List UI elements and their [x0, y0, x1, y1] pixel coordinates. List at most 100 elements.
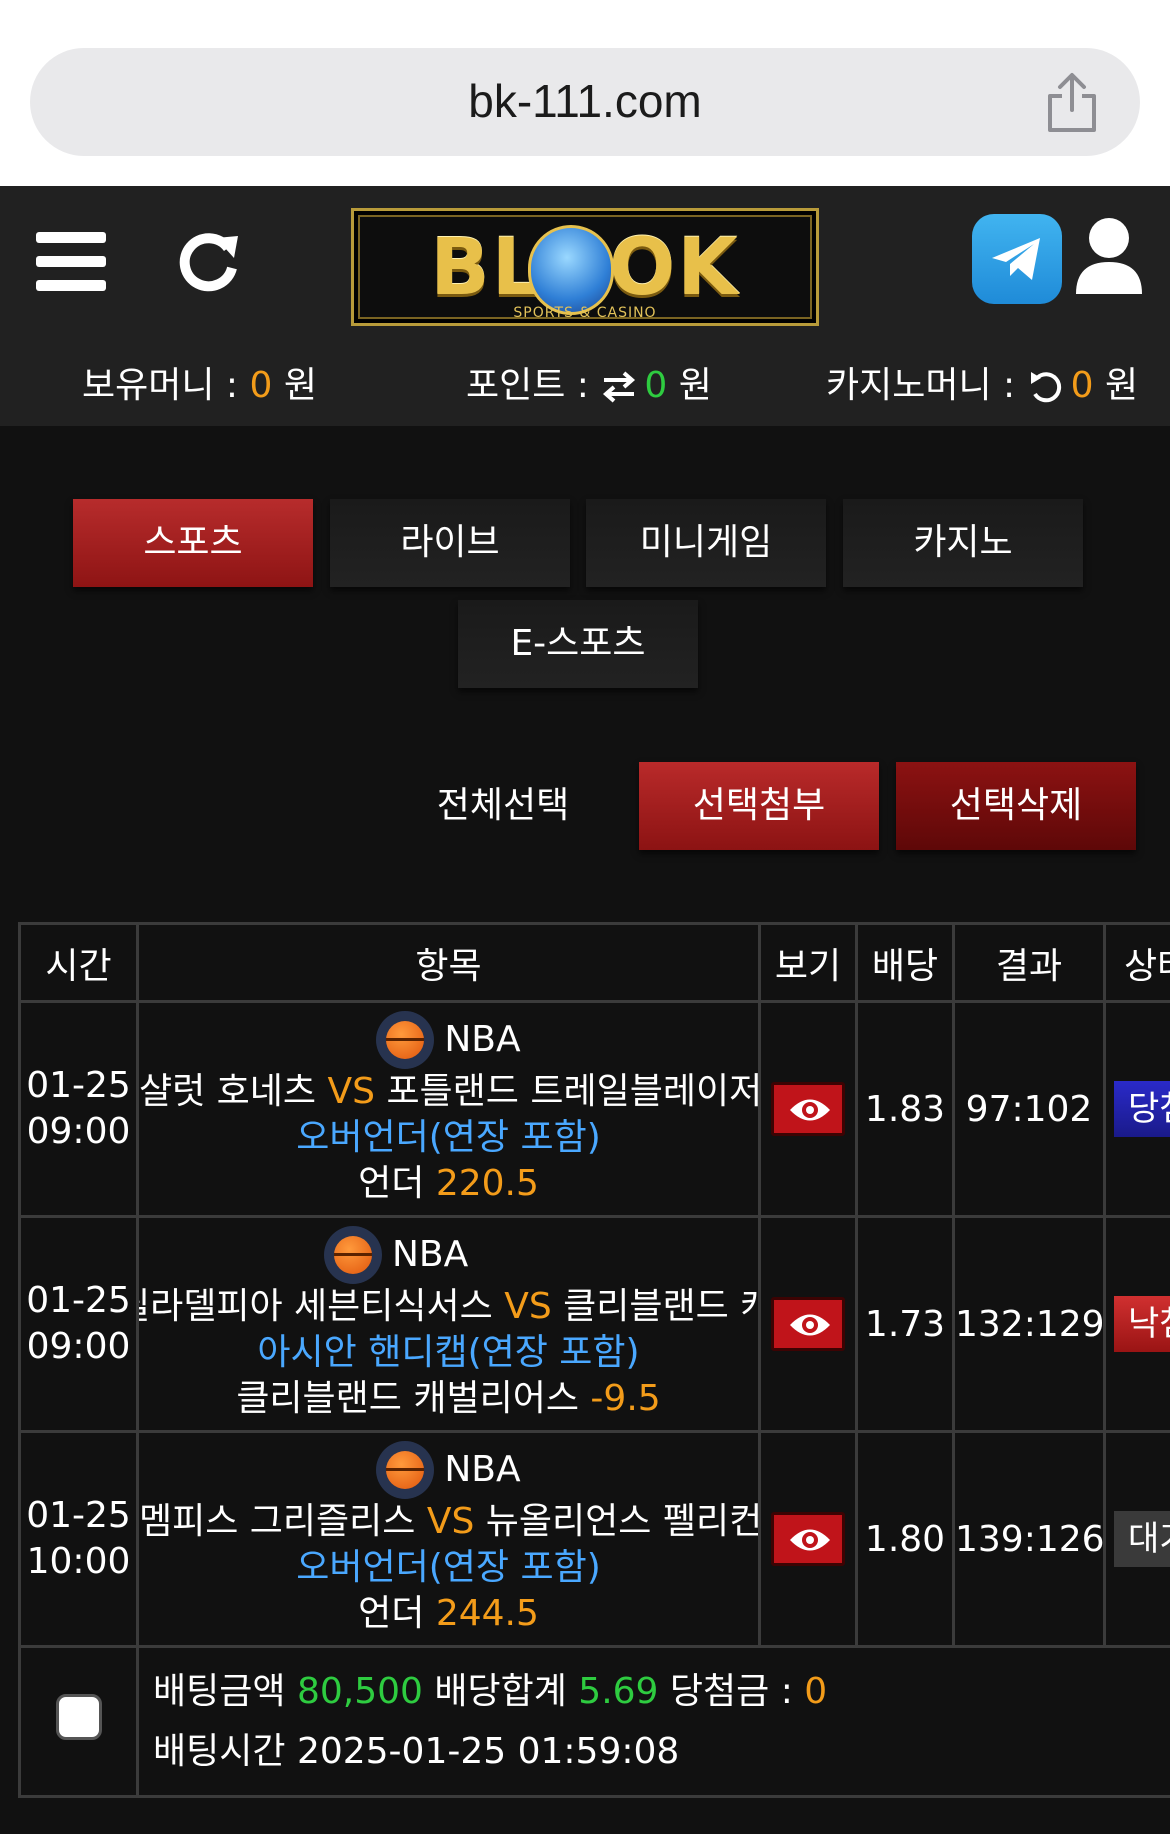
- vs-label: VS: [327, 1071, 375, 1112]
- bet-time: 09:00: [26, 1111, 131, 1152]
- vs-label: VS: [504, 1286, 552, 1327]
- status-badge: 낙첨: [1114, 1296, 1170, 1352]
- header-view: 보기: [758, 922, 858, 1003]
- balance-row: 보유머니 : 0 원 포인트 : 0 원 카지노머니 : 0 원: [0, 356, 1170, 406]
- basketball-icon: [324, 1226, 382, 1284]
- away-team: 클리블랜드 캐벌리어스: [563, 1286, 756, 1327]
- site-header: BLOOK SPORTS & CASINO 보유머니 : 0 원 포인트 : 0…: [0, 186, 1170, 426]
- bet-date: 01-25: [26, 1065, 131, 1106]
- site-logo[interactable]: BLOOK SPORTS & CASINO: [351, 208, 819, 326]
- header-odds: 배당: [855, 922, 955, 1003]
- handicap-line: 244.5: [435, 1593, 539, 1634]
- select-checkbox-cell: [18, 1645, 139, 1798]
- points-balance: 포인트 : 0 원: [466, 365, 712, 406]
- status-cell: 당첨: [1103, 1000, 1170, 1218]
- handicap-line: -9.5: [590, 1378, 661, 1419]
- bet-select-checkbox[interactable]: [55, 1694, 102, 1740]
- view-eye-button[interactable]: [771, 1512, 845, 1566]
- view-cell: [758, 1000, 858, 1218]
- view-cell: [758, 1215, 858, 1433]
- market-type: 오버언더(연장 포함): [296, 1547, 601, 1588]
- address-bar[interactable]: bk-111.com: [30, 48, 1140, 156]
- header-time: 시간: [18, 922, 139, 1003]
- bet-summary-row: 배팅금액 80,500 배당합계 5.69 당첨금 : 0 배팅시간 2025-…: [18, 1645, 1170, 1798]
- time-cell: 01-25 10:00: [18, 1430, 139, 1648]
- status-cell: 대기: [1103, 1430, 1170, 1648]
- status-badge: 당첨: [1114, 1081, 1170, 1137]
- view-eye-button[interactable]: [771, 1297, 845, 1351]
- tab-minigame[interactable]: 미니게임: [586, 499, 826, 587]
- odds-cell: 1.83: [855, 1000, 955, 1218]
- pick-line: 언더 220.5: [141, 1161, 757, 1207]
- telegram-icon[interactable]: [972, 214, 1062, 304]
- bet-summary-amounts: 배팅금액 80,500 배당합계 5.69 당첨금 : 0: [153, 1662, 1170, 1722]
- market-type: 아시안 핸디캡(연장 포함): [257, 1332, 640, 1373]
- view-cell: [758, 1430, 858, 1648]
- bet-time-line: 배팅시간 2025-01-25 01:59:08: [153, 1722, 1170, 1782]
- header-status: 상태: [1103, 922, 1170, 1003]
- bet-time: 09:00: [26, 1326, 131, 1367]
- exchange-arrows-icon[interactable]: [600, 370, 638, 404]
- table-row: 01-25 10:00 NBA 멤피스 그리즐리스 VS 뉴올리언스 펠리컨스 …: [18, 1430, 1170, 1648]
- status-cell: 낙첨: [1103, 1215, 1170, 1433]
- bet-datetime: 2025-01-25 01:59:08: [296, 1730, 680, 1772]
- tab-esports[interactable]: E-스포츠: [458, 600, 698, 688]
- league-line: NBA: [141, 1226, 757, 1284]
- tab-sports[interactable]: 스포츠: [73, 499, 313, 587]
- logo-subtitle: SPORTS & CASINO: [513, 305, 657, 321]
- table-row: 01-25 09:00 NBA 샬럿 호네츠 VS 포틀랜드 트레일블레이저스 …: [18, 1000, 1170, 1218]
- hamburger-menu-icon[interactable]: [36, 228, 112, 292]
- attach-selected-button[interactable]: 선택첨부: [639, 762, 879, 850]
- bet-history-table: 시간 항목 보기 배당 결과 상태 01-25 09:00 NBA 샬럿 호네츠…: [18, 922, 1170, 1798]
- match-teams: 샬럿 호네츠 VS 포틀랜드 트레일블레이저스: [141, 1069, 757, 1115]
- result-cell: 132:129: [952, 1215, 1106, 1433]
- tab-live[interactable]: 라이브: [330, 499, 570, 587]
- url-text[interactable]: bk-111.com: [30, 74, 1140, 128]
- snake-mascot-icon: [528, 225, 614, 315]
- bet-time-label: 배팅시간: [153, 1730, 286, 1772]
- league-line: NBA: [141, 1441, 757, 1499]
- table-header-row: 시간 항목 보기 배당 결과 상태: [18, 922, 1170, 1003]
- time-cell: 01-25 09:00: [18, 1000, 139, 1218]
- basketball-icon: [376, 1441, 435, 1499]
- casino-money: 카지노머니 : 0 원: [826, 365, 1139, 406]
- select-all-button[interactable]: 전체선택: [418, 762, 588, 850]
- reload-casino-icon[interactable]: [1027, 370, 1065, 404]
- time-cell: 01-25 09:00: [18, 1215, 139, 1433]
- bet-time: 10:00: [26, 1541, 131, 1582]
- home-team: 멤피스 그리즐리스: [139, 1501, 416, 1542]
- bet-date: 01-25: [26, 1495, 131, 1536]
- handicap-line: 220.5: [435, 1163, 539, 1204]
- item-cell: NBA 멤피스 그리즐리스 VS 뉴올리언스 펠리컨스 오버언더(연장 포함) …: [136, 1430, 761, 1648]
- pick: 언더: [358, 1163, 425, 1204]
- bet-amount: 80,500: [296, 1670, 423, 1712]
- odds-total-label: 배당합계: [434, 1670, 567, 1712]
- pick: 언더: [358, 1593, 425, 1634]
- share-icon[interactable]: [1044, 72, 1100, 134]
- delete-selected-button[interactable]: 선택삭제: [896, 762, 1136, 850]
- match-teams: 멤피스 그리즐리스 VS 뉴올리언스 펠리컨스: [139, 1499, 757, 1545]
- pick-line: 언더 244.5: [141, 1591, 757, 1637]
- match-teams: 필라델피아 세븐티식서스 VS 클리블랜드 캐벌리어스: [137, 1284, 757, 1330]
- item-cell: NBA 필라델피아 세븐티식서스 VS 클리블랜드 캐벌리어스 아시안 핸디캡(…: [136, 1215, 761, 1433]
- result-cell: 97:102: [952, 1000, 1106, 1218]
- win-amount-label: 당첨금 :: [669, 1670, 805, 1712]
- result-cell: 139:126: [952, 1430, 1106, 1648]
- refresh-icon[interactable]: [178, 228, 242, 292]
- table-row: 01-25 09:00 NBA 필라델피아 세븐티식서스 VS 클리블랜드 캐벌…: [18, 1215, 1170, 1433]
- market-type: 오버언더(연장 포함): [296, 1117, 601, 1158]
- user-icon[interactable]: [1074, 216, 1144, 296]
- odds-total: 5.69: [578, 1670, 659, 1712]
- eye-icon: [790, 1099, 830, 1121]
- view-eye-button[interactable]: [771, 1082, 845, 1136]
- home-team: 필라델피아 세븐티식서스: [137, 1286, 493, 1327]
- bet-date: 01-25: [26, 1280, 131, 1321]
- odds-cell: 1.73: [855, 1215, 955, 1433]
- win-amount: 0: [804, 1670, 828, 1712]
- eye-icon: [790, 1529, 830, 1551]
- pick: 클리블랜드 캐벌리어스: [236, 1378, 579, 1419]
- league-name: NBA: [444, 1019, 521, 1060]
- league-name: NBA: [392, 1234, 469, 1275]
- eye-icon: [790, 1314, 830, 1336]
- tab-casino[interactable]: 카지노: [843, 499, 1083, 587]
